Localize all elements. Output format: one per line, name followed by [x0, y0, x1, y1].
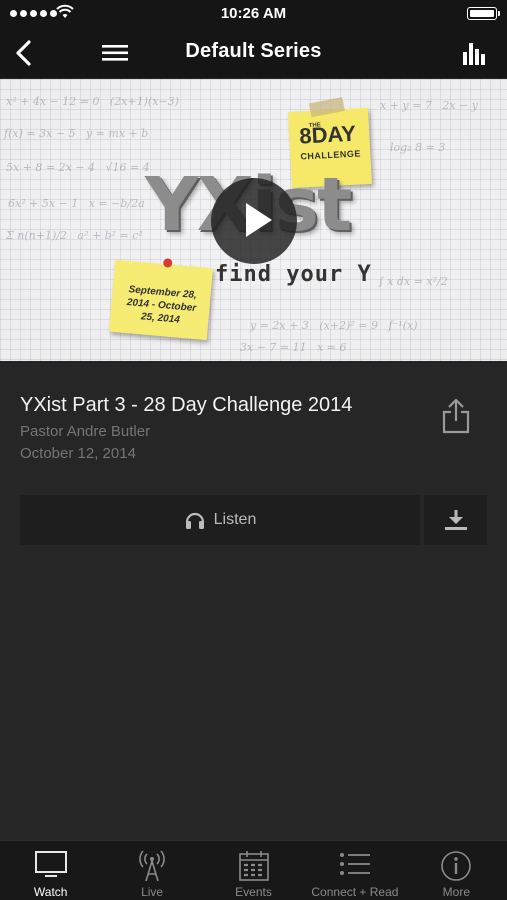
math-scribble: x + y = 7 2x − y [380, 99, 478, 112]
listen-label: Listen [213, 511, 257, 528]
math-scribble: ∫ x dx = x²/2 [378, 275, 448, 288]
series-tagline: find your Y [215, 262, 372, 287]
tab-more[interactable]: More [406, 841, 507, 900]
bar-chart-icon[interactable] [461, 40, 489, 66]
tab-label: Events [235, 885, 272, 899]
math-scribble: log₂ 8 = 3 [390, 141, 446, 154]
listen-button[interactable]: Listen [20, 495, 420, 545]
note-8day-label: 8DAY [298, 120, 357, 149]
share-icon[interactable] [440, 397, 472, 435]
math-scribble: 6x² + 5x − 1 x = −b/2a [8, 197, 145, 210]
download-icon [445, 510, 467, 530]
broadcast-tower-icon [139, 850, 165, 882]
battery-icon [467, 7, 500, 20]
tab-bar: Watch Live Events Connect + Read More [0, 840, 507, 900]
note-dates-label: September 28, 2014 - October 25, 2014 [126, 284, 198, 326]
tab-label: Connect + Read [311, 885, 399, 899]
video-thumbnail[interactable]: x² + 4x − 12 = 0 (2x+1)(x−3) f(x) = 3x −… [0, 79, 507, 361]
tab-connect-read[interactable]: Connect + Read [304, 841, 405, 900]
tab-watch[interactable]: Watch [0, 841, 101, 900]
tab-live[interactable]: Live [101, 841, 202, 900]
tv-icon [34, 851, 67, 877]
math-scribble: 3x − 7 = 11 x = 6 [240, 341, 347, 354]
play-button[interactable] [211, 178, 297, 264]
list-icon [339, 853, 370, 875]
info-icon [441, 851, 472, 881]
nav-bar: Default Series [0, 28, 507, 78]
push-pin-icon [162, 258, 173, 268]
math-scribble: x² + 4x − 12 = 0 (2x+1)(x−3) [6, 95, 179, 108]
tab-events[interactable]: Events [203, 841, 304, 900]
media-title: YXist Part 3 - 28 Day Challenge 2014 [20, 394, 353, 416]
sticky-note-dates: September 28, 2014 - October 25, 2014 [109, 258, 213, 341]
headphones-icon [185, 512, 204, 529]
note-challenge-label: CHALLENGE [300, 148, 362, 162]
tab-label: Watch [33, 885, 68, 899]
media-speaker: Pastor Andre Butler [20, 423, 151, 440]
media-date: October 12, 2014 [20, 445, 136, 462]
status-time: 10:26 AM [220, 5, 287, 22]
page-title: Default Series [185, 40, 322, 62]
math-scribble: y = 2x + 3 (x+2)² = 9 f⁻¹(x) [250, 319, 418, 332]
tab-label: Live [141, 885, 164, 899]
status-bar: 10:26 AM [0, 0, 507, 28]
math-scribble: 5x + 8 = 2x − 4 √16 = 4 [6, 161, 150, 174]
tab-label: More [442, 885, 470, 899]
math-scribble: f(x) = 3x − 5 y = mx + b [4, 127, 149, 140]
calendar-icon [238, 851, 269, 881]
math-scribble: Σ n(n+1)/2 a² + b² = c² [6, 229, 143, 242]
download-button[interactable] [424, 495, 487, 545]
